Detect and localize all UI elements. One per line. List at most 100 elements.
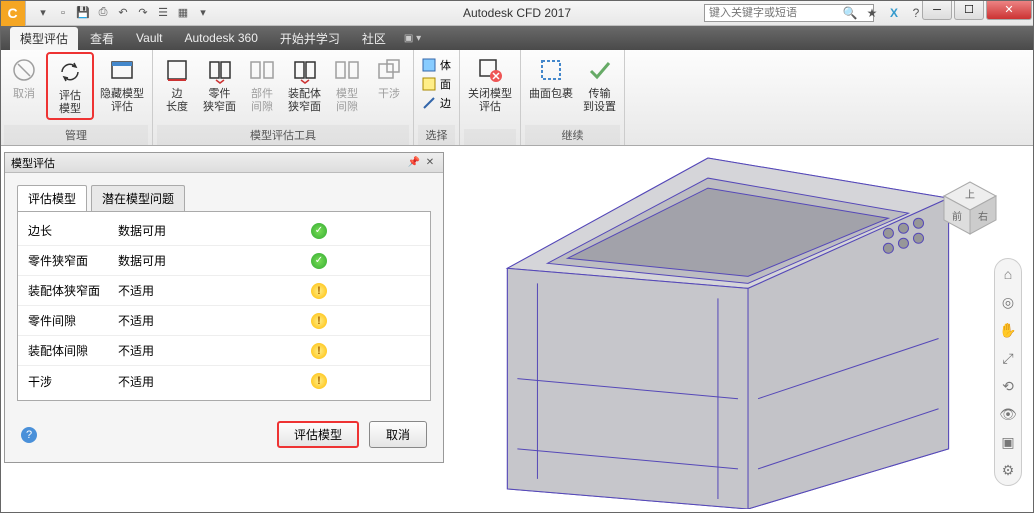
ribbon-hide-evaluation-button[interactable]: 隐藏模型 评估 — [96, 52, 148, 116]
pan-icon[interactable]: ✋ — [999, 321, 1017, 339]
model-gap-icon — [331, 54, 363, 86]
hide-panel-icon — [106, 54, 138, 86]
status-warn-icon: ! — [311, 313, 327, 329]
ribbon-transfer-settings-button[interactable]: 传输 到设置 — [579, 52, 620, 116]
table-row: 干涉 不适用 ! — [18, 366, 430, 396]
nav-tools-bar: ⌂ ◎ ✋ ⤢ ⟲ 👁 ▣ ⚙ — [994, 258, 1022, 486]
panel-pin-icon[interactable]: 📌 — [407, 156, 421, 170]
ribbon-interference-button: 干涉 — [369, 52, 409, 103]
orbit-icon[interactable]: ⟲ — [999, 377, 1017, 395]
title-utility-icons: 🔍 ★ X ? — [842, 5, 924, 21]
app-title: Autodesk CFD 2017 — [463, 6, 571, 20]
tab-potential-issues[interactable]: 潜在模型问题 — [91, 185, 185, 211]
ribbon-part-gap-button: 部件 间隙 — [242, 52, 282, 116]
settings-icon[interactable]: ⚙ — [999, 461, 1017, 479]
app-icon[interactable]: C — [0, 0, 26, 26]
ribbon-group-close: 关闭模型 评估 — [460, 50, 521, 145]
qat-dropdown-icon[interactable]: ▾ — [194, 4, 212, 22]
panel-table: 边长 数据可用 ✓ 零件狭窄面 数据可用 ✓ 装配体狭窄面 不适用 ! 零件间隙… — [17, 211, 431, 401]
menu-overflow-icon[interactable]: ▣ ▾ — [398, 33, 427, 44]
ribbon-model-gap-button: 模型 间隙 — [327, 52, 367, 116]
ribbon-assembly-sliver-button[interactable]: 装配体 狭窄面 — [284, 52, 325, 116]
quick-access-toolbar: ▾ ▫ 💾 ⎙ ↶ ↷ ☰ ▦ ▾ — [30, 4, 216, 22]
status-warn-icon: ! — [311, 343, 327, 359]
highlight-evaluate-model: 评估 模型 — [46, 52, 94, 120]
cancel-button[interactable]: 取消 — [369, 421, 427, 448]
window-buttons: ─ ☐ ✕ — [922, 0, 1034, 20]
ribbon-evaluate-model-button[interactable]: 评估 模型 — [50, 54, 90, 118]
ribbon-surface-wrap-button[interactable]: 曲面包裹 — [525, 52, 577, 103]
ribbon-edge-length-button[interactable]: 边 长度 — [157, 52, 197, 116]
viewport-3d[interactable]: 上 前 右 ⌂ ◎ ✋ ⤢ ⟲ 👁 ▣ ⚙ — [446, 148, 1030, 509]
status-ok-icon: ✓ — [311, 223, 327, 239]
ribbon-close-evaluation-button[interactable]: 关闭模型 评估 — [464, 52, 516, 116]
select-body-button[interactable]: 体 — [418, 56, 455, 74]
panel-close-icon[interactable]: ✕ — [423, 156, 437, 170]
qat-save2-icon[interactable]: ⎙ — [94, 4, 112, 22]
binoculars-icon[interactable]: 🔍 — [842, 5, 858, 21]
table-row: 装配体狭窄面 不适用 ! — [18, 276, 430, 306]
qat-redo-icon[interactable]: ↷ — [134, 4, 152, 22]
ribbon-cancel-button: 取消 — [4, 52, 44, 103]
model-evaluation-panel: 模型评估 📌 ✕ 评估模型 潜在模型问题 边长 数据可用 ✓ 零件狭窄面 数据可… — [4, 152, 444, 463]
title-bar: C ▾ ▫ 💾 ⎙ ↶ ↷ ☰ ▦ ▾ Autodesk CFD 2017 🔍 … — [0, 0, 1034, 26]
fullscreen-icon[interactable]: ▣ — [999, 433, 1017, 451]
table-row: 零件间隙 不适用 ! — [18, 306, 430, 336]
part-sliver-icon — [204, 54, 236, 86]
surface-wrap-icon — [535, 54, 567, 86]
qat-grid-icon[interactable]: ▦ — [174, 4, 192, 22]
close-evaluation-icon — [474, 54, 506, 86]
status-warn-icon: ! — [311, 283, 327, 299]
minimize-button[interactable]: ─ — [922, 0, 952, 20]
ribbon-group-select: 体 面 边 选择 — [414, 50, 460, 145]
qat-save-icon[interactable]: 💾 — [74, 4, 92, 22]
panel-title-text: 模型评估 — [11, 155, 55, 171]
table-row: 边长 数据可用 ✓ — [18, 216, 430, 246]
home-view-icon[interactable]: ⌂ — [999, 265, 1017, 283]
table-row: 零件狭窄面 数据可用 ✓ — [18, 246, 430, 276]
tab-evaluate-model[interactable]: 评估模型 — [17, 185, 87, 211]
qat-menu-icon[interactable]: ☰ — [154, 4, 172, 22]
qat-open-icon[interactable]: ▫ — [54, 4, 72, 22]
ribbon-group-manage: 取消 评估 模型 隐藏模型 评估 管理 — [0, 50, 153, 145]
ribbon: 取消 评估 模型 隐藏模型 评估 管理 边 长度 零件 狭窄面 — [0, 50, 1034, 146]
part-gap-icon — [246, 54, 278, 86]
menu-bar: 模型评估 查看 Vault Autodesk 360 开始并学习 社区 ▣ ▾ — [0, 26, 1034, 50]
menu-tab-model-evaluation[interactable]: 模型评估 — [10, 27, 78, 50]
close-button[interactable]: ✕ — [986, 0, 1032, 20]
svg-text:右: 右 — [978, 210, 988, 223]
evaluate-model-button[interactable]: 评估模型 — [277, 421, 359, 448]
panel-help-icon[interactable]: ? — [21, 427, 37, 443]
qat-new-icon[interactable]: ▾ — [34, 4, 52, 22]
assembly-sliver-icon — [289, 54, 321, 86]
status-ok-icon: ✓ — [311, 253, 327, 269]
maximize-button[interactable]: ☐ — [954, 0, 984, 20]
steering-wheel-icon[interactable]: ◎ — [999, 293, 1017, 311]
edge-length-icon — [161, 54, 193, 86]
menu-tab-getstarted[interactable]: 开始并学习 — [270, 27, 350, 50]
ribbon-part-sliver-button[interactable]: 零件 狭窄面 — [199, 52, 240, 116]
svg-text:上: 上 — [965, 189, 975, 201]
exchange-icon[interactable]: X — [886, 5, 902, 21]
status-warn-icon: ! — [311, 373, 327, 389]
menu-tab-community[interactable]: 社区 — [352, 27, 396, 50]
panel-footer: ? 评估模型 取消 — [5, 413, 443, 462]
qat-undo-icon[interactable]: ↶ — [114, 4, 132, 22]
menu-tab-vault[interactable]: Vault — [126, 28, 172, 48]
svg-text:前: 前 — [952, 210, 962, 223]
menu-tab-view[interactable]: 查看 — [80, 27, 124, 50]
ribbon-group-tools: 边 长度 零件 狭窄面 部件 间隙 装配体 狭窄面 模型 间隙 干涉 — [153, 50, 414, 145]
star-icon[interactable]: ★ — [864, 5, 880, 21]
cancel-icon — [8, 54, 40, 86]
menu-tab-a360[interactable]: Autodesk 360 — [175, 28, 268, 48]
refresh-icon — [54, 56, 86, 88]
checkmark-icon — [584, 54, 616, 86]
ribbon-group-continue: 曲面包裹 传输 到设置 继续 — [521, 50, 625, 145]
select-face-button[interactable]: 面 — [418, 75, 455, 93]
panel-header: 模型评估 📌 ✕ — [5, 153, 443, 173]
zoom-icon[interactable]: ⤢ — [999, 349, 1017, 367]
panel-tabs: 评估模型 潜在模型问题 — [5, 173, 443, 211]
look-icon[interactable]: 👁 — [999, 405, 1017, 423]
select-edge-button[interactable]: 边 — [418, 94, 455, 112]
viewcube[interactable]: 上 前 右 — [940, 178, 1000, 238]
